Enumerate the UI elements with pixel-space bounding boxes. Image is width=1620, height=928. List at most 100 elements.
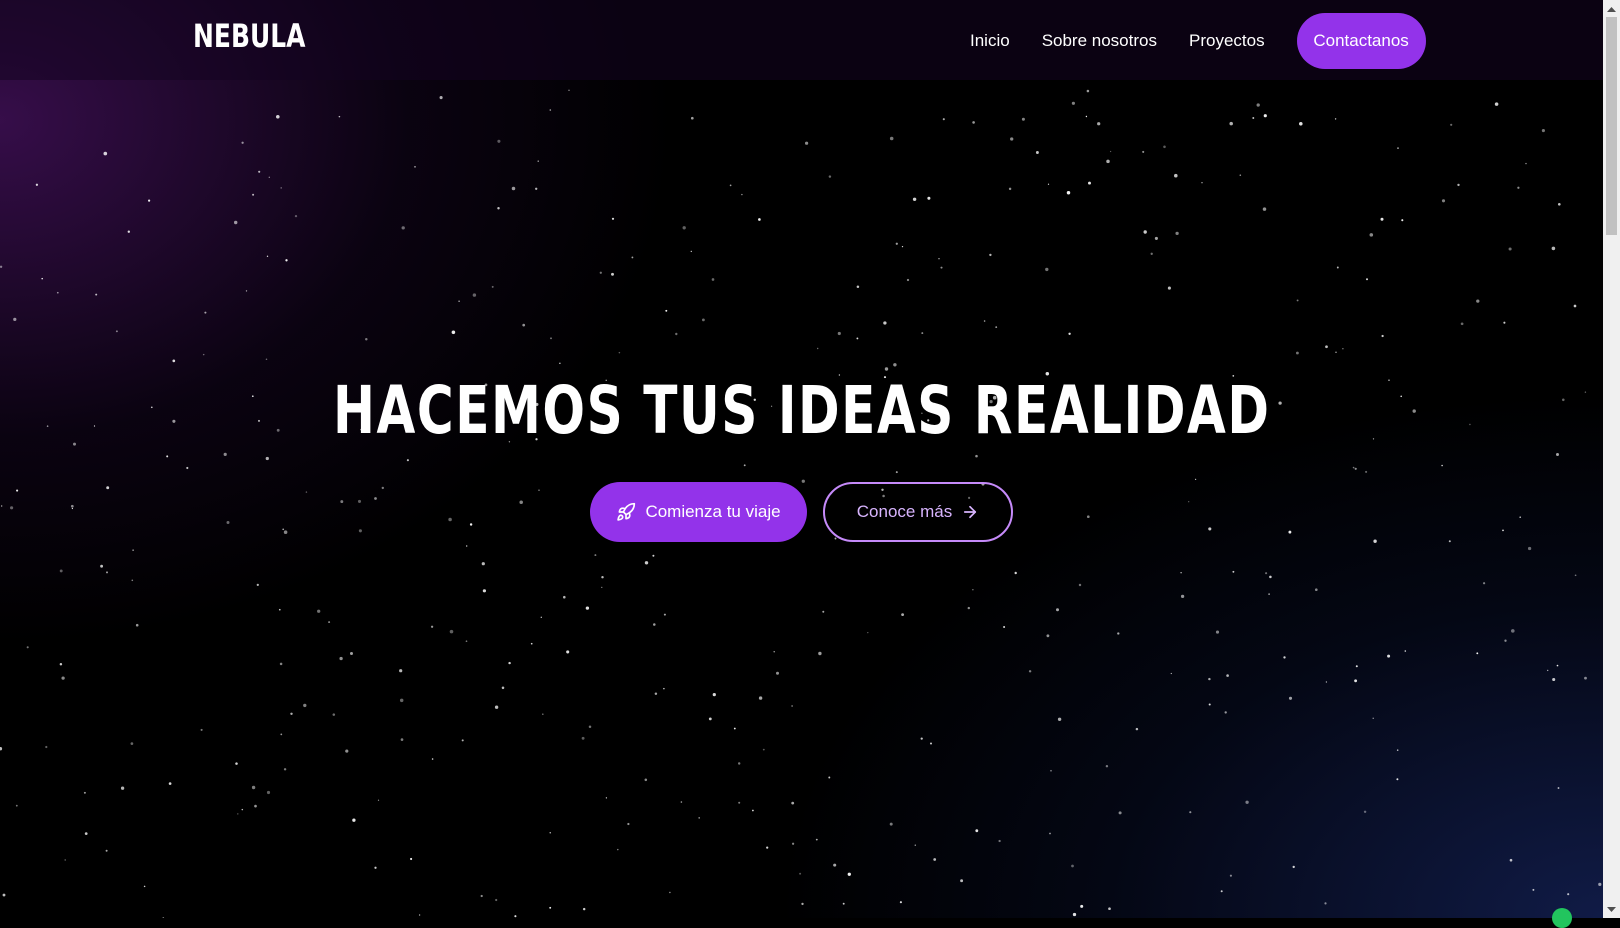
star xyxy=(1556,664,1559,667)
star xyxy=(186,466,189,470)
scroll-up-icon[interactable] xyxy=(1603,0,1620,17)
star xyxy=(1056,608,1059,612)
star xyxy=(56,291,59,294)
star xyxy=(975,829,979,833)
star xyxy=(377,799,380,801)
star xyxy=(644,561,649,565)
star xyxy=(828,175,832,178)
star xyxy=(594,554,597,557)
star xyxy=(1106,159,1110,164)
star xyxy=(682,226,686,230)
star xyxy=(1525,162,1527,165)
star xyxy=(1494,102,1499,106)
star xyxy=(929,742,933,745)
vertical-scrollbar[interactable] xyxy=(1603,0,1620,918)
star xyxy=(1460,322,1464,326)
star xyxy=(1180,594,1185,599)
star xyxy=(1450,123,1453,126)
star xyxy=(1519,516,1522,519)
star xyxy=(733,727,736,730)
star xyxy=(1220,890,1223,893)
star xyxy=(1105,764,1109,768)
star xyxy=(374,866,377,869)
star xyxy=(938,257,940,260)
arrow-right-icon xyxy=(964,505,977,519)
star xyxy=(1268,593,1270,595)
chat-widget-button[interactable] xyxy=(1552,908,1572,928)
star xyxy=(883,321,887,325)
contact-button-label: Contactanos xyxy=(1313,31,1409,50)
star xyxy=(1263,114,1267,118)
star xyxy=(465,640,468,643)
star xyxy=(106,486,110,490)
star xyxy=(511,186,516,191)
star xyxy=(1188,501,1190,503)
star xyxy=(381,486,384,490)
star xyxy=(166,455,169,458)
star xyxy=(519,500,523,504)
star xyxy=(1154,236,1158,240)
star xyxy=(45,745,48,749)
brand-logo[interactable]: NEBULA xyxy=(193,17,305,55)
star xyxy=(494,705,499,709)
star xyxy=(776,671,779,675)
star xyxy=(135,623,139,627)
star xyxy=(35,183,39,186)
star xyxy=(711,278,715,281)
star xyxy=(791,801,795,805)
star xyxy=(1574,574,1577,577)
star xyxy=(461,739,464,742)
star xyxy=(1381,334,1384,338)
scrollbar-thumb[interactable] xyxy=(1606,17,1617,235)
scroll-down-icon[interactable] xyxy=(1603,901,1620,918)
star xyxy=(920,737,923,740)
star xyxy=(1109,150,1112,153)
star xyxy=(644,778,648,782)
star xyxy=(737,762,741,765)
nav-link-inicio[interactable]: Inicio xyxy=(970,31,1010,51)
star xyxy=(1396,778,1399,781)
star xyxy=(975,454,978,458)
learn-more-button[interactable]: Conoce más xyxy=(823,482,1013,542)
star xyxy=(559,362,561,364)
star xyxy=(1299,122,1303,126)
contact-button[interactable]: Contactanos xyxy=(1296,13,1426,69)
star xyxy=(1292,865,1295,869)
start-journey-button[interactable]: Comienza tu viaje xyxy=(590,482,807,542)
hero-title-text: HACEMOS TUS IDEAS REALIDAD xyxy=(332,372,1271,449)
nav-link-sobre-nosotros[interactable]: Sobre nosotros xyxy=(1042,31,1157,51)
star xyxy=(495,898,498,902)
star xyxy=(582,907,586,911)
star xyxy=(10,506,14,510)
star xyxy=(1573,304,1577,308)
star xyxy=(365,338,368,341)
star xyxy=(549,832,551,834)
star xyxy=(654,692,658,696)
star xyxy=(1014,571,1017,575)
star xyxy=(469,523,473,526)
star xyxy=(1441,199,1446,203)
star xyxy=(282,528,285,531)
star xyxy=(1208,527,1212,531)
star xyxy=(1150,252,1153,255)
star xyxy=(1365,470,1368,473)
star xyxy=(1509,858,1513,862)
star xyxy=(1045,267,1049,272)
star xyxy=(26,646,29,649)
star xyxy=(1342,348,1344,350)
star xyxy=(550,337,552,340)
star xyxy=(1314,588,1318,592)
star xyxy=(833,863,837,867)
star xyxy=(1503,321,1506,324)
navbar: NEBULA Inicio Sobre nosotros Proyectos C… xyxy=(0,0,1603,80)
star xyxy=(338,115,341,118)
star xyxy=(766,846,769,849)
star xyxy=(256,583,259,587)
star xyxy=(842,902,845,905)
star xyxy=(1502,529,1504,532)
star xyxy=(265,358,268,361)
star xyxy=(251,785,256,790)
nav-link-proyectos[interactable]: Proyectos xyxy=(1189,31,1265,51)
star xyxy=(1,505,3,507)
star xyxy=(1071,101,1075,105)
